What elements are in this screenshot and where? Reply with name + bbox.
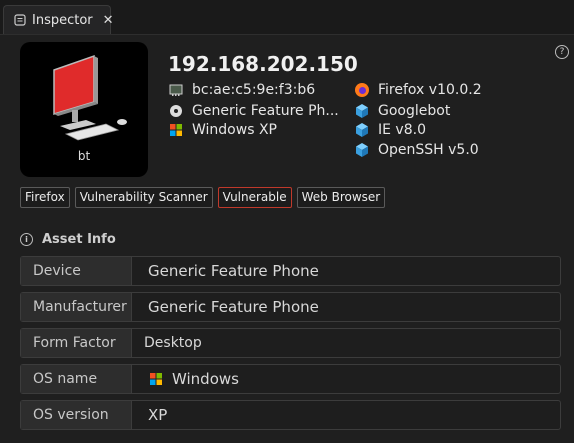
software-openssh-text: OpenSSH v5.0 (378, 142, 479, 158)
tag-firefox[interactable]: Firefox (20, 187, 70, 208)
info-row-os-name: OS name Windows (20, 364, 561, 394)
software-openssh: OpenSSH v5.0 (354, 142, 479, 158)
info-row-device: Device Generic Feature Phone (20, 256, 561, 286)
network-card-icon (168, 82, 184, 98)
info-value-os[interactable]: Windows (132, 365, 239, 393)
info-icon: i (20, 233, 33, 246)
software-firefox: Firefox v10.0.2 (354, 82, 482, 98)
windows-icon (168, 122, 184, 138)
software-ie-text: IE v8.0 (378, 122, 426, 138)
info-key: OS name (21, 365, 132, 393)
software-firefox-text: Firefox v10.0.2 (378, 82, 482, 98)
software-googlebot-text: Googlebot (378, 103, 451, 119)
software-ie: IE v8.0 (354, 122, 426, 138)
tag-list: Firefox Vulnerability Scanner Vulnerable… (20, 187, 386, 208)
cube-icon (354, 122, 370, 138)
disc-icon (168, 103, 184, 119)
tag-vulnerable[interactable]: Vulnerable (217, 187, 292, 208)
info-value-text: Windows (172, 370, 239, 388)
info-value[interactable]: Desktop (132, 329, 202, 357)
device-name: Generic Feature Ph... (168, 103, 339, 119)
device-name-text: Generic Feature Ph... (192, 103, 339, 119)
tag-vulnerability-scanner[interactable]: Vulnerability Scanner (74, 187, 213, 208)
avatar: bt (20, 42, 148, 177)
info-value[interactable]: Generic Feature Phone (132, 257, 319, 285)
mac-address: bc:ae:c5:9e:f3:b6 (168, 82, 315, 98)
info-row-manufacturer: Manufacturer Generic Feature Phone (20, 292, 561, 322)
os-attr: Windows XP (168, 122, 277, 138)
asset-caption: bt (77, 149, 91, 163)
close-icon[interactable]: ✕ (103, 13, 114, 28)
computer-icon (53, 54, 127, 141)
info-key: OS version (21, 401, 132, 429)
info-row-form-factor: Form Factor Desktop (20, 328, 561, 358)
info-key: Manufacturer (21, 293, 132, 321)
tab-inspector[interactable]: Inspector ✕ (3, 5, 114, 34)
info-value[interactable]: Generic Feature Phone (132, 293, 319, 321)
info-key: Device (21, 257, 132, 285)
firefox-icon (354, 82, 370, 98)
os-attr-text: Windows XP (192, 122, 277, 138)
info-key: Form Factor (21, 329, 132, 357)
asset-info-header[interactable]: i Asset Info (20, 232, 116, 247)
tab-label: Inspector (32, 12, 93, 28)
inspector-icon (14, 14, 26, 26)
software-googlebot: Googlebot (354, 103, 450, 119)
windows-icon (148, 371, 164, 387)
info-row-os-version: OS version XP (20, 400, 561, 430)
help-icon[interactable]: ? (555, 45, 569, 59)
asset-ip-title: 192.168.202.150 (168, 52, 358, 76)
tab-bar: Inspector ✕ (0, 0, 574, 35)
mac-address-text: bc:ae:c5:9e:f3:b6 (192, 82, 316, 98)
cube-icon (354, 142, 370, 158)
tag-web-browser[interactable]: Web Browser (296, 187, 386, 208)
section-title: Asset Info (42, 232, 116, 247)
info-value[interactable]: XP (132, 401, 167, 429)
cube-icon (354, 103, 370, 119)
